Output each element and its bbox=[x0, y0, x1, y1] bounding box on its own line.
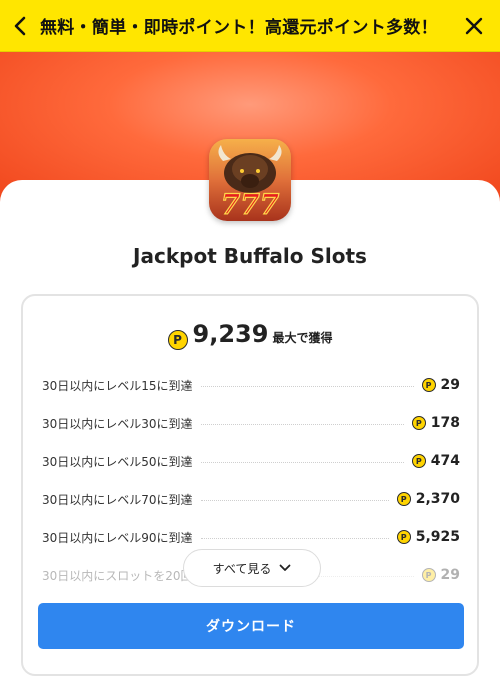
task-label: 30日以内にレベル50に到達 bbox=[42, 454, 193, 469]
see-all-button[interactable]: すべて見る bbox=[183, 549, 321, 587]
task-reward-value: 29 bbox=[440, 377, 460, 393]
task-reward: P 5,925 bbox=[396, 529, 460, 545]
task-row: 30日以内にレベル50に到達 P 474 bbox=[42, 442, 460, 480]
point-coin-icon: P bbox=[421, 378, 436, 392]
app-title: Jackpot Buffalo Slots bbox=[133, 244, 367, 268]
chevron-down-icon bbox=[279, 564, 291, 571]
dotted-leader bbox=[200, 461, 404, 463]
dotted-leader bbox=[200, 423, 404, 425]
download-button[interactable]: ダウンロード bbox=[38, 603, 464, 649]
task-label: 30日以内にレベル90に到達 bbox=[42, 530, 193, 545]
task-reward: P 2,370 bbox=[396, 491, 460, 507]
task-reward: P 474 bbox=[411, 453, 460, 469]
task-row: 30日以内にレベル15に到達 P 29 bbox=[42, 366, 460, 404]
task-reward-value: 2,370 bbox=[415, 491, 460, 507]
total-points: P 9,239 最大で獲得 bbox=[23, 320, 477, 350]
point-coin-icon: P bbox=[396, 530, 411, 544]
total-points-value: 9,239 bbox=[192, 320, 269, 348]
task-reward: P 29 bbox=[421, 567, 460, 583]
icon-777-text: 777 bbox=[221, 188, 280, 221]
buffalo-777-icon: 777 bbox=[209, 139, 291, 221]
task-reward: P 29 bbox=[421, 377, 460, 393]
point-coin-icon: P bbox=[411, 454, 426, 468]
see-all-label: すべて見る bbox=[212, 561, 272, 576]
task-row: 30日以内にレベル70に到達 P 2,370 bbox=[42, 480, 460, 518]
dotted-leader bbox=[200, 499, 389, 501]
close-icon bbox=[465, 17, 483, 34]
point-coin-icon: P bbox=[167, 330, 188, 350]
task-reward-value: 178 bbox=[430, 415, 460, 431]
point-coin-icon: P bbox=[396, 492, 411, 506]
task-label: 30日以内にレベル30に到達 bbox=[42, 416, 193, 431]
back-button[interactable] bbox=[0, 0, 40, 52]
app-icon: 777 bbox=[209, 139, 291, 221]
point-coin-icon: P bbox=[421, 568, 436, 582]
chevron-left-icon bbox=[14, 16, 26, 35]
task-label: 30日以内にレベル15に到達 bbox=[42, 378, 193, 393]
point-coin-icon: P bbox=[411, 416, 426, 430]
task-label: 30日以内にレベル70に到達 bbox=[42, 492, 193, 507]
task-reward-value: 29 bbox=[440, 567, 460, 583]
total-points-suffix: 最大で獲得 bbox=[272, 331, 333, 345]
dotted-leader bbox=[200, 537, 389, 539]
task-row: 30日以内にレベル30に到達 P 178 bbox=[42, 404, 460, 442]
task-reward: P 178 bbox=[411, 415, 460, 431]
dotted-leader bbox=[200, 385, 414, 387]
task-label: 30日以内にスロットを20回 bbox=[42, 568, 193, 583]
task-reward-value: 5,925 bbox=[415, 529, 460, 545]
task-reward-value: 474 bbox=[430, 453, 460, 469]
banner-title: 無料・簡単・即時ポイント！高還元ポイント多数！ bbox=[40, 18, 438, 38]
top-bar: 無料・簡単・即時ポイント！高還元ポイント多数！ bbox=[0, 0, 500, 52]
reward-card: P 9,239 最大で獲得 30日以内にレベル15に到達 P 29 30日以内に… bbox=[21, 294, 479, 676]
close-button[interactable] bbox=[448, 0, 500, 52]
